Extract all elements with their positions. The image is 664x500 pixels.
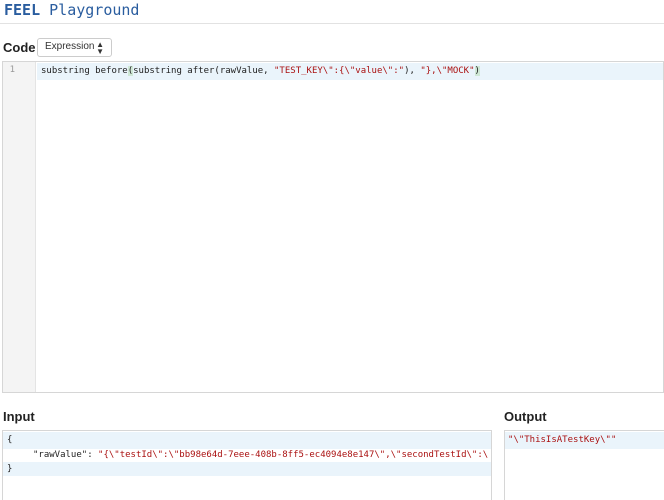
json-close-brace: } — [7, 464, 13, 474]
json-rawvalue-line: "rawValue": "{\"testId\":\"bb98e64d-7eee… — [33, 450, 488, 460]
output-value: "\"ThisIsATestKey\"" — [508, 435, 617, 445]
fn-substring-before: substring before — [41, 66, 128, 76]
string-literal-key: "TEST_KEY\":{\"value\":" — [274, 66, 405, 76]
closing-line-highlight — [3, 462, 491, 476]
top-bar: FEEL Playground — [0, 0, 664, 24]
matched-paren-close: ) — [474, 66, 480, 76]
code-expression-line[interactable]: substring before(substring after(rawValu… — [41, 66, 480, 76]
fn-substring-after: substring after(rawValue, — [133, 66, 275, 76]
output-label: Output — [504, 409, 547, 424]
app-title: FEEL Playground — [4, 1, 139, 19]
expression-mode-select[interactable]: Expression ▲ ▼ — [37, 38, 112, 57]
code-label: Code — [3, 40, 36, 55]
code-editor[interactable]: 1 substring before(substring after(rawVa… — [2, 61, 664, 393]
string-literal-mock: "},\"MOCK" — [420, 66, 475, 76]
json-key: "rawValue" — [33, 450, 88, 460]
input-label: Input — [3, 409, 35, 424]
mode-select-value: Expression — [45, 41, 95, 52]
arg-separator: ), — [404, 66, 421, 76]
app-title-bold: FEEL — [4, 1, 41, 19]
json-value: "{\"testId\":\"bb98e64d-7eee-408b-8ff5-e… — [98, 450, 489, 460]
active-line-highlight — [3, 432, 491, 449]
input-json-editor[interactable]: { "rawValue": "{\"testId\":\"bb98e64d-7e… — [2, 430, 492, 500]
json-open-brace: { — [7, 435, 13, 445]
json-colon: : — [87, 450, 99, 460]
line-gutter: 1 — [3, 62, 36, 392]
line-number: 1 — [9, 65, 15, 75]
select-caret-icon: ▲ ▼ — [96, 40, 104, 56]
output-panel: "\"ThisIsATestKey\"" — [504, 430, 664, 500]
app-title-rest: Playground — [40, 1, 140, 19]
